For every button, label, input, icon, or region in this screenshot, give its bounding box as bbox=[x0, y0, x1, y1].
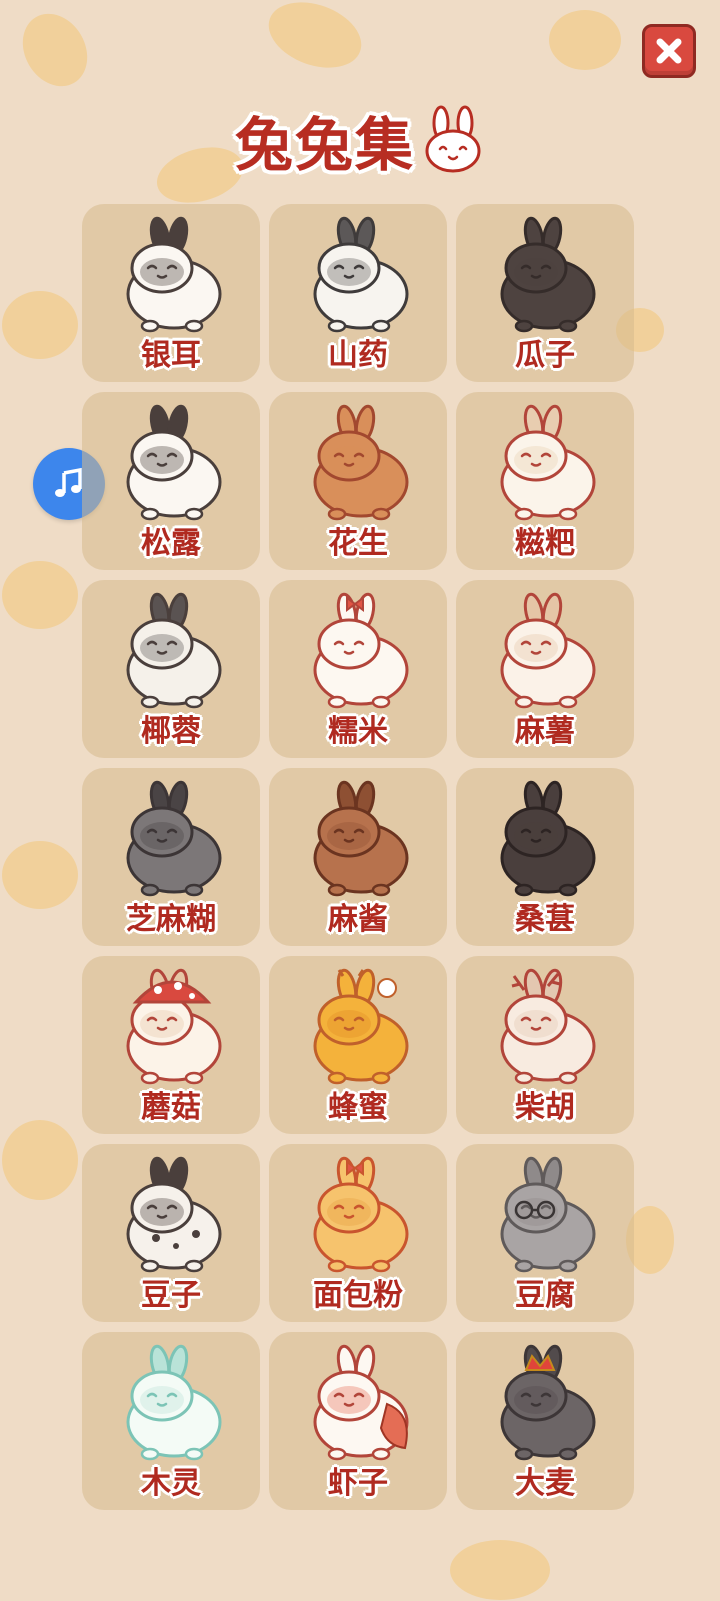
rabbit-card[interactable]: 糍粑 bbox=[456, 392, 634, 570]
rabbit-icon bbox=[313, 592, 409, 709]
rabbit-icon bbox=[313, 968, 409, 1085]
rabbit-name: 面包粉 bbox=[313, 1278, 403, 1313]
rabbit-card[interactable]: 瓜子 bbox=[456, 204, 634, 382]
rabbit-icon bbox=[126, 216, 222, 333]
rabbit-card[interactable]: 银耳 bbox=[82, 204, 260, 382]
rabbit-card[interactable]: 大麦 bbox=[456, 1332, 634, 1510]
rabbit-card[interactable]: 面包粉 bbox=[269, 1144, 447, 1322]
rabbit-icon bbox=[500, 1156, 596, 1273]
rabbit-icon bbox=[313, 216, 409, 333]
rabbit-icon bbox=[126, 404, 222, 521]
rabbit-name: 麻酱 bbox=[328, 902, 388, 937]
close-button[interactable] bbox=[642, 24, 696, 78]
rabbit-name: 桑葚 bbox=[515, 902, 575, 937]
rabbit-name: 柴胡 bbox=[515, 1090, 575, 1125]
rabbit-icon bbox=[126, 1156, 222, 1273]
rabbit-name: 蘑菇 bbox=[141, 1090, 201, 1125]
rabbit-card[interactable]: 麻薯 bbox=[456, 580, 634, 758]
rabbit-icon bbox=[313, 1344, 409, 1461]
rabbit-icon bbox=[126, 1344, 222, 1461]
rabbit-card[interactable]: 蘑菇 bbox=[82, 956, 260, 1134]
rabbit-card[interactable]: 麻酱 bbox=[269, 768, 447, 946]
rabbit-card[interactable]: 木灵 bbox=[82, 1332, 260, 1510]
music-note-icon bbox=[55, 467, 82, 497]
rabbit-icon bbox=[500, 592, 596, 709]
rabbit-name: 木灵 bbox=[141, 1466, 201, 1501]
rabbit-icon bbox=[500, 216, 596, 333]
rabbit-name: 蜂蜜 bbox=[328, 1090, 388, 1125]
rabbit-name: 豆腐 bbox=[515, 1278, 575, 1313]
rabbit-icon bbox=[313, 1156, 409, 1273]
rabbit-card[interactable]: 柴胡 bbox=[456, 956, 634, 1134]
rabbit-card[interactable]: 糯米 bbox=[269, 580, 447, 758]
rabbit-icon bbox=[500, 968, 596, 1085]
rabbit-icon bbox=[500, 780, 596, 897]
rabbit-card[interactable]: 豆腐 bbox=[456, 1144, 634, 1322]
rabbit-card[interactable]: 豆子 bbox=[82, 1144, 260, 1322]
rabbit-name: 松露 bbox=[141, 526, 201, 561]
rabbit-name: 山药 bbox=[328, 338, 388, 373]
rabbit-icon bbox=[126, 780, 222, 897]
rabbit-name: 瓜子 bbox=[515, 338, 575, 373]
rabbit-name: 糯米 bbox=[328, 714, 388, 749]
rabbit-icon bbox=[313, 404, 409, 521]
rabbit-card[interactable]: 桑葚 bbox=[456, 768, 634, 946]
rabbit-name: 豆子 bbox=[141, 1278, 201, 1313]
rabbit-name: 大麦 bbox=[515, 1466, 575, 1501]
rabbit-icon bbox=[500, 1344, 596, 1461]
rabbit-card[interactable]: 蜂蜜 bbox=[269, 956, 447, 1134]
rabbit-collection-grid: 银耳 山药 瓜子 松露 花生 糍粑 椰蓉 糯米 麻薯 芝麻糊 麻酱 桑葚 蘑菇 … bbox=[82, 204, 634, 1510]
rabbit-card[interactable]: 芝麻糊 bbox=[82, 768, 260, 946]
rabbit-name: 虾子 bbox=[328, 1466, 388, 1501]
page-title: 兔兔集 bbox=[234, 111, 415, 179]
rabbit-name: 银耳 bbox=[141, 338, 201, 373]
rabbit-icon bbox=[126, 592, 222, 709]
rabbit-icon bbox=[313, 780, 409, 897]
page-title-area: 兔兔集 bbox=[0, 100, 720, 180]
rabbit-card[interactable]: 松露 bbox=[82, 392, 260, 570]
rabbit-name: 糍粑 bbox=[515, 526, 575, 561]
rabbit-card[interactable]: 花生 bbox=[269, 392, 447, 570]
rabbit-name: 椰蓉 bbox=[141, 714, 201, 749]
rabbit-name: 花生 bbox=[328, 526, 388, 561]
rabbit-card[interactable]: 山药 bbox=[269, 204, 447, 382]
rabbit-card[interactable]: 椰蓉 bbox=[82, 580, 260, 758]
rabbit-card[interactable]: 虾子 bbox=[269, 1332, 447, 1510]
rabbit-name: 芝麻糊 bbox=[126, 902, 216, 937]
bunny-face-icon bbox=[425, 105, 481, 173]
rabbit-icon bbox=[500, 404, 596, 521]
rabbit-name: 麻薯 bbox=[515, 714, 575, 749]
rabbit-icon bbox=[126, 968, 222, 1085]
close-icon bbox=[656, 38, 682, 64]
